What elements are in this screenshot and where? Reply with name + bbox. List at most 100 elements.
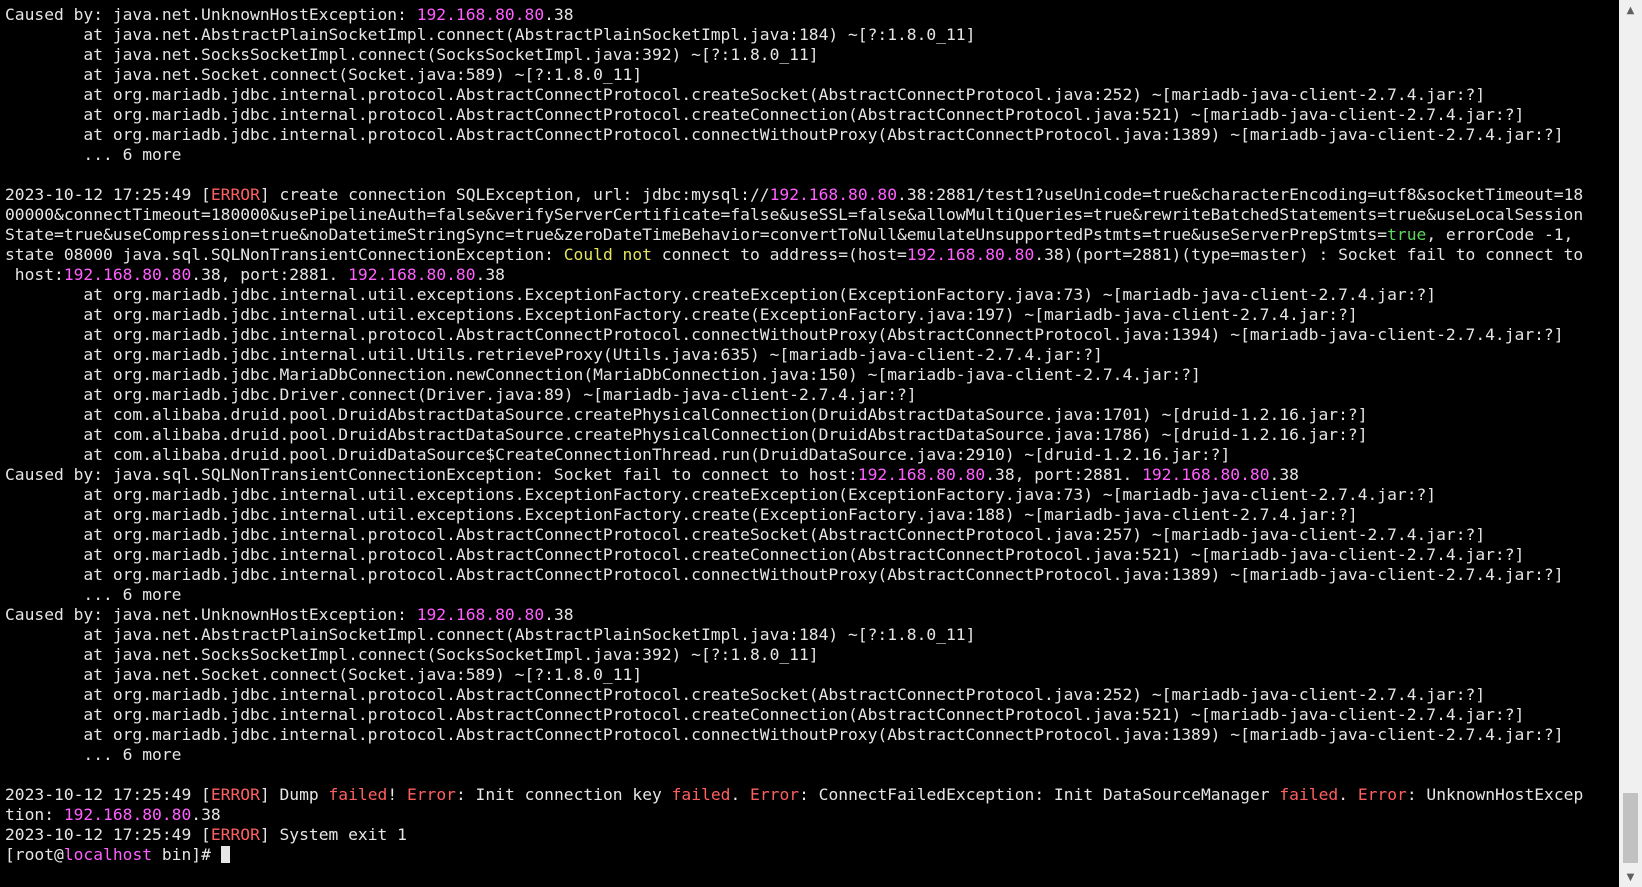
terminal-text-segment: , errorCode -1, <box>1426 225 1574 244</box>
terminal-line: at org.mariadb.jdbc.internal.util.Utils.… <box>5 345 1619 365</box>
terminal-line: at java.net.Socket.connect(Socket.java:5… <box>5 65 1619 85</box>
terminal-line: at org.mariadb.jdbc.internal.util.except… <box>5 485 1619 505</box>
terminal-text-segment: Caused by: java.net.UnknownHostException… <box>5 605 417 624</box>
terminal-line: at java.net.Socket.connect(Socket.java:5… <box>5 665 1619 685</box>
terminal-text-segment: Error <box>1357 785 1407 804</box>
terminal-text-segment: 192.168.80.80 <box>63 265 192 284</box>
terminal-line: at org.mariadb.jdbc.internal.protocol.Ab… <box>5 545 1619 565</box>
terminal-line: at org.mariadb.jdbc.internal.protocol.Ab… <box>5 725 1619 745</box>
terminal-line: at org.mariadb.jdbc.internal.protocol.Ab… <box>5 525 1619 545</box>
terminal-text-segment: at org.mariadb.jdbc.internal.protocol.Ab… <box>5 125 1564 144</box>
terminal-text-segment: at org.mariadb.jdbc.MariaDbConnection.ne… <box>5 365 1201 384</box>
terminal-text-segment: .38 <box>544 605 574 624</box>
terminal-text-segment: [root@ <box>5 845 64 864</box>
terminal-line: at org.mariadb.jdbc.internal.util.except… <box>5 305 1619 325</box>
terminal-text-segment: .38 <box>1269 465 1299 484</box>
terminal-text-segment: 192.168.80.80 <box>416 605 545 624</box>
terminal-text-segment: 192.168.80.80 <box>1142 465 1270 484</box>
terminal-window[interactable]: Caused by: java.net.UnknownHostException… <box>0 0 1619 887</box>
terminal-line: Caused by: java.net.UnknownHostException… <box>5 5 1619 25</box>
scrollbar-thumb[interactable] <box>1623 793 1638 863</box>
terminal-cursor <box>220 846 230 863</box>
terminal-text-segment: 2023-10-12 17:25:49 [ <box>5 185 211 204</box>
terminal-line: State=true&useCompression=true&noDatetim… <box>5 225 1619 245</box>
terminal-text-segment: 192.168.80.80 <box>63 805 192 824</box>
terminal-text-segment: state 08000 java.sql.SQLNonTransientConn… <box>5 245 564 264</box>
terminal-text-segment: at org.mariadb.jdbc.internal.protocol.Ab… <box>5 725 1564 744</box>
terminal-line: at com.alibaba.druid.pool.DruidAbstractD… <box>5 405 1619 425</box>
terminal-text-segment: at org.mariadb.jdbc.internal.util.except… <box>5 305 1358 324</box>
terminal-text-segment: .38 <box>475 265 505 284</box>
terminal-text-segment: 2023-10-12 17:25:49 [ <box>5 825 211 844</box>
terminal-text-segment: at com.alibaba.druid.pool.DruidDataSourc… <box>5 445 1231 464</box>
terminal-line: at java.net.AbstractPlainSocketImpl.conn… <box>5 625 1619 645</box>
terminal-text-segment: host: <box>5 265 64 284</box>
terminal-text-segment: ... 6 more <box>5 745 182 764</box>
terminal-line: tion: 192.168.80.80.38 <box>5 805 1619 825</box>
terminal-line: at org.mariadb.jdbc.internal.protocol.Ab… <box>5 325 1619 345</box>
terminal-text-segment: failed <box>1279 785 1339 804</box>
terminal-text-segment: . <box>1338 785 1358 804</box>
terminal-line: at org.mariadb.jdbc.internal.protocol.Ab… <box>5 125 1619 145</box>
terminal-text-segment: : UnknownHostExcep <box>1406 785 1584 804</box>
terminal-text-segment: Could not <box>563 245 652 264</box>
terminal-line: at org.mariadb.jdbc.Driver.connect(Drive… <box>5 385 1619 405</box>
terminal-text-segment: failed <box>328 785 388 804</box>
terminal-text-segment: ERROR <box>210 785 260 804</box>
terminal-text-segment: failed <box>671 785 731 804</box>
terminal-text-segment: at java.net.Socket.connect(Socket.java:5… <box>5 665 643 684</box>
terminal-text-segment: 192.168.80.80 <box>769 185 898 204</box>
terminal-text-segment: 192.168.80.80 <box>416 5 545 24</box>
terminal-text-segment: ! <box>387 785 407 804</box>
terminal-line: 2023-10-12 17:25:49 [ERROR] Dump failed!… <box>5 785 1619 805</box>
terminal-output: Caused by: java.net.UnknownHostException… <box>0 0 1619 865</box>
terminal-text-segment: ERROR <box>210 825 260 844</box>
terminal-text-segment: ... 6 more <box>5 585 182 604</box>
terminal-line: at org.mariadb.jdbc.internal.protocol.Ab… <box>5 565 1619 585</box>
terminal-text-segment: Error <box>406 785 456 804</box>
terminal-line: at java.net.SocksSocketImpl.connect(Sock… <box>5 645 1619 665</box>
terminal-line: at org.mariadb.jdbc.internal.protocol.Ab… <box>5 705 1619 725</box>
scroll-up-arrow-icon[interactable]: ▲ <box>1619 0 1642 20</box>
terminal-text-segment: at org.mariadb.jdbc.internal.util.except… <box>5 485 1437 504</box>
terminal-line: at org.mariadb.jdbc.MariaDbConnection.ne… <box>5 365 1619 385</box>
terminal-text-segment: at org.mariadb.jdbc.internal.protocol.Ab… <box>5 685 1486 704</box>
terminal-text-segment: at org.mariadb.jdbc.internal.protocol.Ab… <box>5 545 1525 564</box>
terminal-text-segment: at org.mariadb.jdbc.internal.protocol.Ab… <box>5 85 1486 104</box>
terminal-text-segment: at org.mariadb.jdbc.internal.protocol.Ab… <box>5 105 1525 124</box>
terminal-line: at org.mariadb.jdbc.internal.protocol.Ab… <box>5 85 1619 105</box>
terminal-text-segment: 192.168.80.80 <box>857 465 986 484</box>
terminal-line: at java.net.SocksSocketImpl.connect(Sock… <box>5 45 1619 65</box>
vertical-scrollbar[interactable]: ▲ ▼ <box>1619 0 1642 887</box>
terminal-text-segment: at org.mariadb.jdbc.internal.protocol.Ab… <box>5 525 1486 544</box>
terminal-text-segment: Error <box>750 785 800 804</box>
scroll-down-arrow-icon[interactable]: ▼ <box>1619 867 1642 887</box>
terminal-line: ... 6 more <box>5 745 1619 765</box>
terminal-text-segment: .38, port:2881. <box>985 465 1143 484</box>
terminal-line: at org.mariadb.jdbc.internal.util.except… <box>5 285 1619 305</box>
terminal-text-segment: at java.net.AbstractPlainSocketImpl.conn… <box>5 625 976 644</box>
terminal-line: 00000&connectTimeout=180000&usePipelineA… <box>5 205 1619 225</box>
terminal-line: at org.mariadb.jdbc.internal.protocol.Ab… <box>5 105 1619 125</box>
terminal-text-segment: localhost <box>63 845 153 864</box>
terminal-text-segment: at com.alibaba.druid.pool.DruidAbstractD… <box>5 425 1368 444</box>
terminal-text-segment: .38 <box>191 805 221 824</box>
terminal-text-segment: ] create connection SQLException, url: j… <box>259 185 770 204</box>
terminal-text-segment: .38 <box>544 5 574 24</box>
terminal-line: at org.mariadb.jdbc.internal.util.except… <box>5 505 1619 525</box>
terminal-line: at com.alibaba.druid.pool.DruidAbstractD… <box>5 425 1619 445</box>
terminal-text-segment: at org.mariadb.jdbc.Driver.connect(Drive… <box>5 385 917 404</box>
terminal-text-segment: 192.168.80.80 <box>348 265 476 284</box>
terminal-text-segment: 00000&connectTimeout=180000&usePipelineA… <box>5 205 1584 224</box>
terminal-text-segment: at java.net.SocksSocketImpl.connect(Sock… <box>5 45 819 64</box>
terminal-line: 2023-10-12 17:25:49 [ERROR] System exit … <box>5 825 1619 845</box>
terminal-text-segment: at com.alibaba.druid.pool.DruidAbstractD… <box>5 405 1368 424</box>
terminal-line: Caused by: java.sql.SQLNonTransientConne… <box>5 465 1619 485</box>
terminal-text-segment: at org.mariadb.jdbc.internal.protocol.Ab… <box>5 565 1564 584</box>
terminal-text-segment: : Init connection key <box>455 785 672 804</box>
terminal-line: at java.net.AbstractPlainSocketImpl.conn… <box>5 25 1619 45</box>
terminal-text-segment: connect to address=(host= <box>651 245 907 264</box>
terminal-text-segment: 2023-10-12 17:25:49 [ <box>5 785 211 804</box>
